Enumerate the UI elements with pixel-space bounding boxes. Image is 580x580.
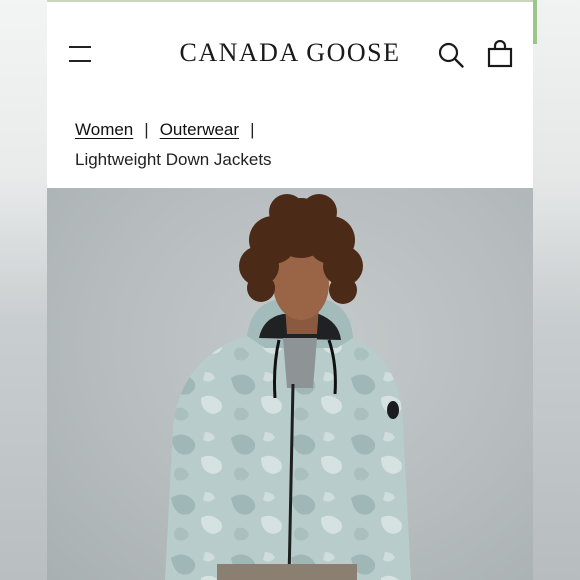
model-illustration xyxy=(165,194,411,580)
background-right xyxy=(533,0,580,580)
green-strip xyxy=(533,0,537,44)
mobile-page: CANADA GOOSE Women | Outerwear | Lightweigh… xyxy=(47,0,533,580)
breadcrumb-current: Lightweight Down Jackets xyxy=(75,150,272,169)
background-left xyxy=(0,0,47,580)
breadcrumb-separator: | xyxy=(250,120,255,139)
breadcrumb-women-link[interactable]: Women xyxy=(75,120,133,139)
breadcrumb-outerwear-link[interactable]: Outerwear xyxy=(160,120,239,139)
breadcrumb-separator: | xyxy=(144,120,149,139)
product-hero-image[interactable] xyxy=(47,188,533,580)
search-icon[interactable] xyxy=(437,41,465,69)
breadcrumb: Women | Outerwear | Lightweight Down Jacket… xyxy=(75,115,272,175)
shopping-bag-icon[interactable] xyxy=(487,40,513,68)
site-header: CANADA GOOSE xyxy=(47,0,533,105)
